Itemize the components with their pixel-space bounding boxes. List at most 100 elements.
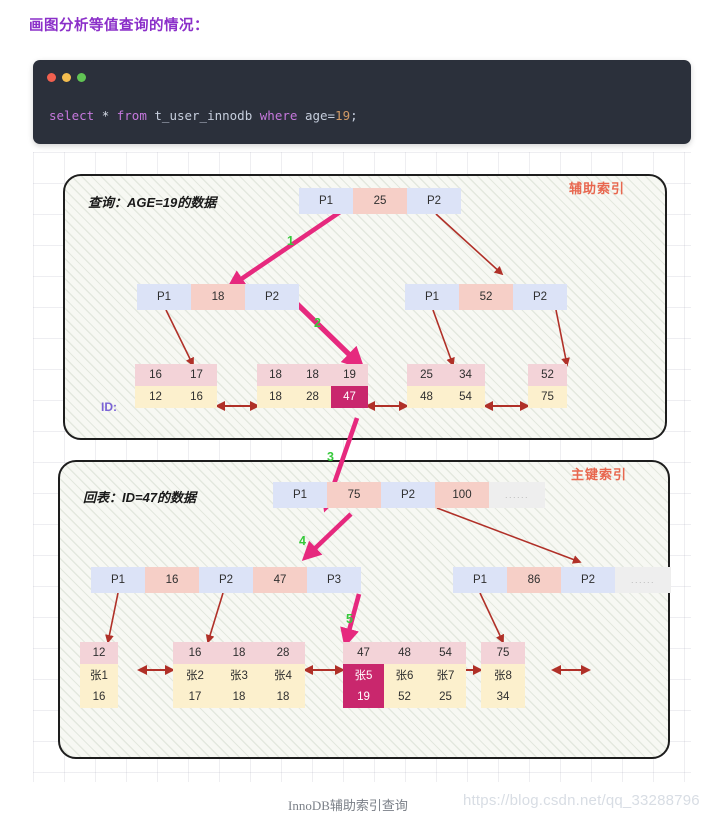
secondary-root-node: P1 25 P2 [299,188,461,214]
leaf-key-row: 18 18 19 [257,364,368,386]
node-cell-key: 100 [435,482,489,508]
leaf-id-cell: 48 [407,386,446,408]
leaf-name-cell-highlighted: 张5 [343,664,384,686]
sql-table-name: t_user_innodb [154,108,253,123]
leaf-id-cell: 75 [481,642,525,664]
window-dots [47,73,86,82]
diagram-canvas: 辅助索引 主键索引 查询：AGE=19的数据 回表：ID=47的数据 1 2 3… [33,152,691,782]
step-label-5: 5 [346,612,353,626]
node-cell-pointer: P3 [307,567,361,593]
leaf-age-row: 17 18 18 [173,686,305,708]
leaf-age-cell: 18 [217,686,261,708]
leaf-id-cell: 16 [173,642,217,664]
leaf-id-row: 48 54 [407,386,485,408]
leaf-age-row: 16 [80,686,118,708]
leaf-key-row: 52 [528,364,567,386]
leaf-id-cell: 18 [257,386,294,408]
close-red-dot-icon [47,73,56,82]
primary-root-node: P1 75 P2 100 ...... [273,482,545,508]
leaf-name-row: 张8 [481,664,525,686]
leaf-key-cell: 17 [176,364,217,386]
leaf-key-cell: 52 [528,364,567,386]
primary-internal-left-node: P1 16 P2 47 P3 [91,567,361,593]
leaf-id-row: 75 [481,642,525,664]
leaf-key-row: 16 17 [135,364,217,386]
sql-space-2 [109,108,117,123]
step-label-1: 1 [287,234,294,248]
leaf-id-cell: 28 [294,386,331,408]
leaf-id-cell: 75 [528,386,567,408]
node-cell-pointer: P2 [381,482,435,508]
node-cell-ellipsis: ...... [489,482,545,508]
leaf-key-cell: 18 [294,364,331,386]
id-row-label: ID: [101,400,117,414]
node-cell-pointer: P2 [245,284,299,310]
step-label-2: 2 [314,316,321,330]
node-cell-pointer: P1 [273,482,327,508]
leaf-id-cell: 48 [384,642,425,664]
leaf-id-cell-highlighted: 47 [331,386,368,408]
leaf-name-cell: 张1 [80,664,118,686]
leaf-age-row: 34 [481,686,525,708]
leaf-name-cell: 张7 [425,664,466,686]
leaf-age-cell: 25 [425,686,466,708]
primary-internal-right-node: P1 86 P2 ...... [453,567,671,593]
primary-leaf-1: 12 张1 16 [80,642,118,708]
primary-index-note: 回表：ID=47的数据 [83,490,197,505]
sql-keyword-select: select [49,108,95,123]
leaf-id-cell: 54 [446,386,485,408]
leaf-id-cell: 16 [176,386,217,408]
leaf-age-cell: 16 [80,686,118,708]
maximize-green-dot-icon [77,73,86,82]
primary-leaf-4: 75 张8 34 [481,642,525,708]
leaf-name-cell: 张3 [217,664,261,686]
node-cell-key: 75 [327,482,381,508]
leaf-name-cell: 张2 [173,664,217,686]
leaf-name-row: 张1 [80,664,118,686]
node-cell-pointer: P2 [407,188,461,214]
leaf-key-cell: 34 [446,364,485,386]
node-cell-key: 47 [253,567,307,593]
leaf-key-cell: 19 [331,364,368,386]
minimize-yellow-dot-icon [62,73,71,82]
step-label-3: 3 [327,450,334,464]
leaf-key-cell: 18 [257,364,294,386]
page-title: 画图分析等值查询的情况： [29,18,209,34]
secondary-index-tag: 辅助索引 [569,181,626,196]
node-cell-key: 16 [145,567,199,593]
node-cell-pointer: P2 [561,567,615,593]
node-cell-pointer: P2 [513,284,567,310]
sql-semicolon: ; [350,108,358,123]
leaf-age-row: 19 52 25 [343,686,466,708]
leaf-id-cell: 12 [80,642,118,664]
leaf-age-cell: 18 [261,686,305,708]
leaf-key-cell: 25 [407,364,446,386]
leaf-name-cell: 张4 [261,664,305,686]
leaf-id-row: 75 [528,386,567,408]
code-block: select * from t_user_innodb where age=19… [33,60,691,144]
leaf-id-cell: 18 [217,642,261,664]
primary-leaf-2: 16 18 28 张2 张3 张4 17 18 18 [173,642,305,708]
node-cell-pointer: P1 [453,567,507,593]
leaf-id-row: 18 28 47 [257,386,368,408]
leaf-age-cell: 34 [481,686,525,708]
node-cell-key: 86 [507,567,561,593]
secondary-internal-left-node: P1 18 P2 [137,284,299,310]
leaf-name-cell: 张8 [481,664,525,686]
sql-space-4 [252,108,260,123]
node-cell-pointer: P1 [91,567,145,593]
figure-caption: InnoDB辅助索引查询 [288,798,408,813]
leaf-id-row: 47 48 54 [343,642,466,664]
leaf-id-row: 12 [80,642,118,664]
node-cell-key: 52 [459,284,513,310]
leaf-id-row: 16 18 28 [173,642,305,664]
watermark-text: https://blog.csdn.net/qq_33288796 [463,792,700,809]
sql-code-line: select * from t_user_innodb where age=19… [49,108,358,123]
leaf-key-row: 25 34 [407,364,485,386]
leaf-id-cell: 47 [343,642,384,664]
sql-keyword-from: from [116,108,147,123]
sql-keyword-where: where [259,108,298,123]
leaf-name-row: 张2 张3 张4 [173,664,305,686]
sql-column-predicate: age= [304,108,336,123]
node-cell-pointer: P1 [137,284,191,310]
